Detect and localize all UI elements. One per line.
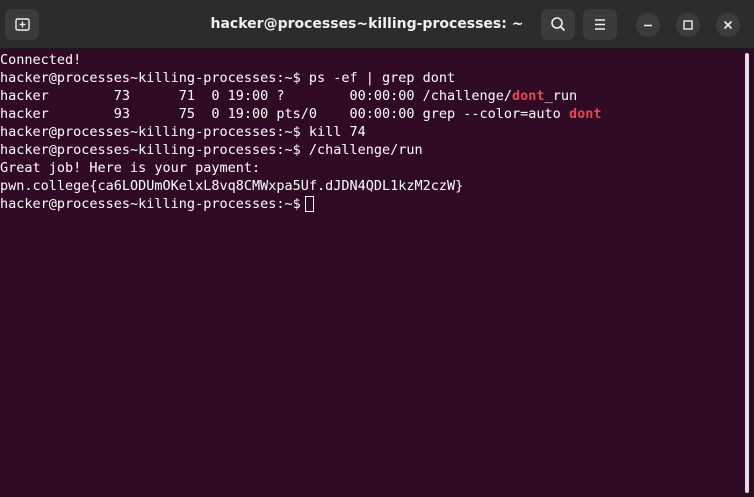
close-button[interactable] [716,13,740,37]
terminal-line: hacker 93 75 0 19:00 pts/0 00:00:00 grep… [0,105,740,123]
grep-match: dont [512,88,545,104]
terminal-line: hacker@processes~killing-processes:~$ /c… [0,142,423,158]
terminal-line: hacker 73 71 0 19:00 ? 00:00:00 /challen… [0,87,740,105]
close-icon [723,20,733,30]
terminal-line: hacker@processes~killing-processes:~$ ps… [0,70,456,86]
maximize-icon [683,20,693,30]
menu-button[interactable] [583,9,617,40]
search-button[interactable] [541,9,575,40]
line-text: hacker 93 75 0 19:00 pts/0 00:00:00 grep… [0,106,569,122]
terminal-window: hacker@processes~killing-processes: ~ Co… [0,0,754,497]
terminal-line: pwn.college{ca6LODUmOKelxL8vq8CMWxpa5Uf.… [0,178,464,194]
search-icon [551,17,565,31]
maximize-button[interactable] [676,13,700,37]
terminal-line: Connected! [0,52,82,68]
scrollbar[interactable] [740,49,754,497]
terminal-line: Great job! Here is your payment: [0,160,261,176]
line-text: _run [544,88,578,104]
prompt-text: hacker@processes~killing-processes:~$ [0,196,301,212]
new-tab-icon [15,18,30,31]
window-title: hacker@processes~killing-processes: ~ [210,16,524,32]
grep-match: dont [568,106,602,122]
hamburger-menu-icon [595,19,605,30]
prompt-line[interactable]: hacker@processes~killing-processes:~$ [0,195,740,213]
new-tab-button[interactable] [5,9,39,40]
minimize-button[interactable] [636,13,660,37]
terminal-line: hacker@processes~killing-processes:~$ ki… [0,124,366,140]
minimize-icon [644,24,652,27]
titlebar: hacker@processes~killing-processes: ~ [0,0,754,49]
scrollbar-thumb[interactable] [745,53,749,493]
text-cursor [304,196,314,212]
line-text: hacker 73 71 0 19:00 ? 00:00:00 /challen… [0,88,513,104]
terminal-output[interactable]: Connected! hacker@processes~killing-proc… [0,49,740,497]
